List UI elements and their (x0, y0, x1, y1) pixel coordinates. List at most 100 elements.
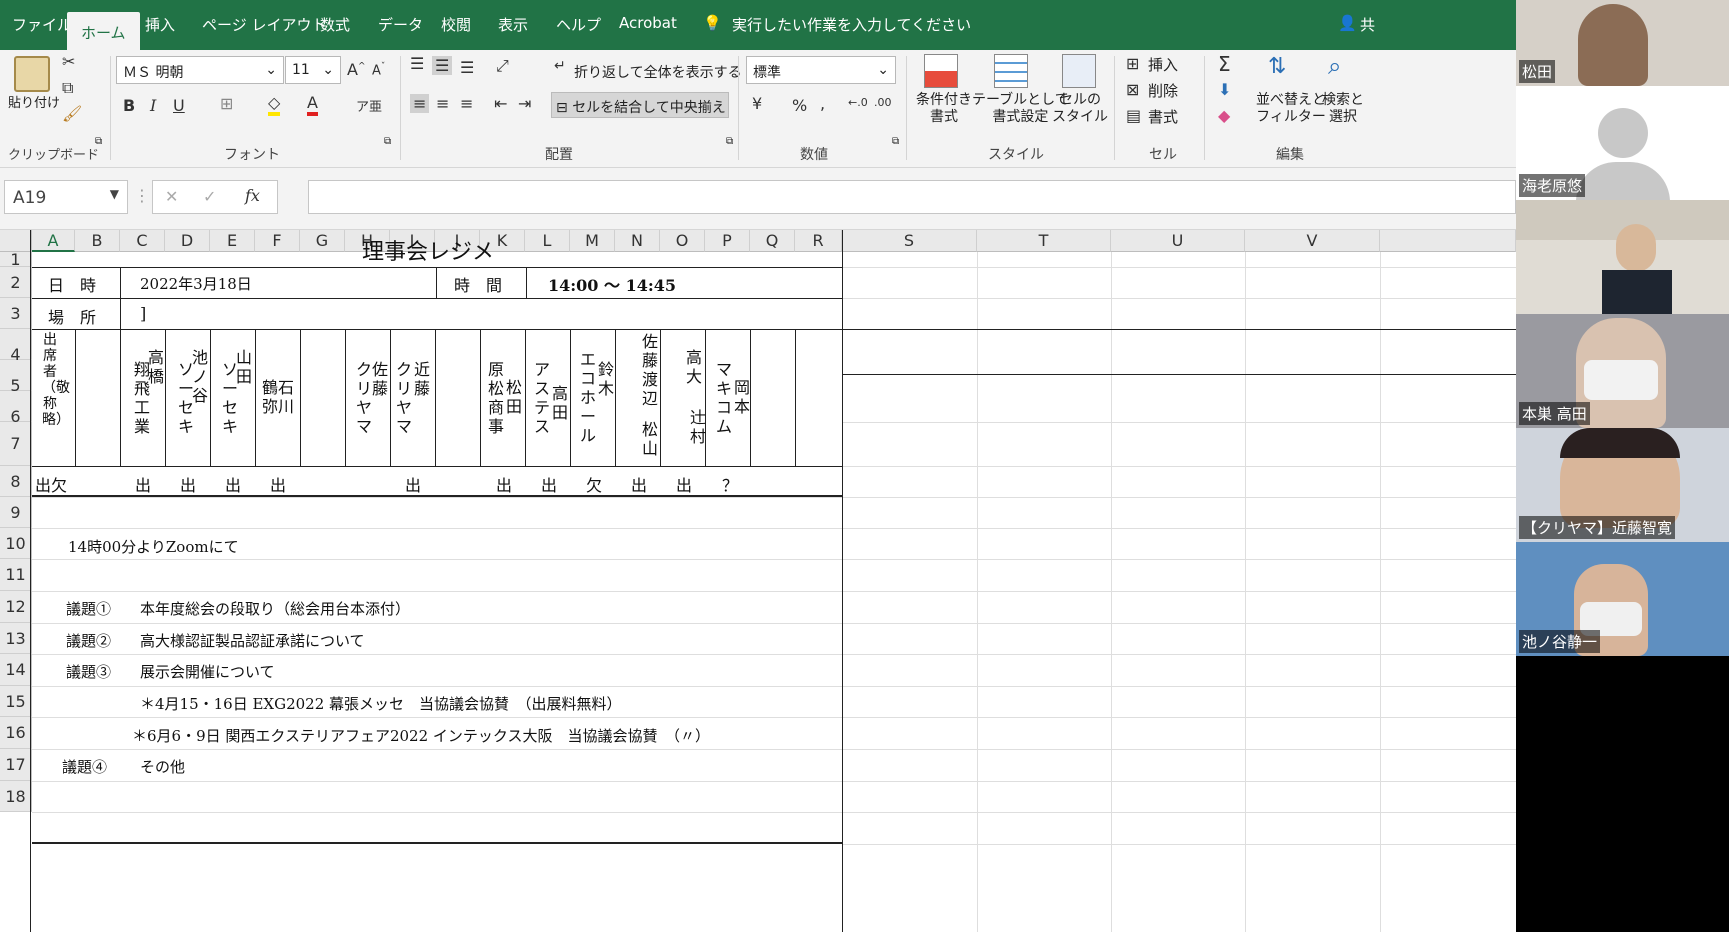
row-header[interactable]: 17 (0, 749, 32, 781)
tab-view[interactable]: 表示 (498, 14, 528, 35)
row-header[interactable]: 7 (0, 422, 32, 466)
currency-icon[interactable]: ¥ (752, 94, 762, 113)
align-center-icon[interactable]: ≡ (436, 94, 449, 113)
decrease-font-icon[interactable]: Aˇ (372, 62, 385, 78)
fill-color-icon[interactable]: ◇ (268, 94, 281, 116)
decrease-decimal-icon[interactable]: .00 (874, 96, 892, 109)
align-right-icon[interactable]: ≡ (460, 94, 473, 113)
video-tile[interactable]: 海老原悠 (1516, 86, 1729, 200)
autosum-icon[interactable]: Σ (1218, 52, 1231, 76)
tab-page-layout[interactable]: ページ レイアウト (202, 14, 326, 35)
video-tile[interactable] (1516, 200, 1729, 314)
enter-icon[interactable]: ✓ (203, 187, 216, 206)
video-tile[interactable]: 松田 (1516, 0, 1729, 86)
tab-formulas[interactable]: 数式 (320, 14, 350, 35)
tab-data[interactable]: データ (378, 14, 423, 35)
column-header[interactable]: T (977, 230, 1111, 252)
format-cells-button[interactable]: 書式 (1148, 106, 1178, 127)
column-header[interactable]: O (660, 230, 705, 252)
column-header[interactable]: E (210, 230, 255, 252)
align-middle-icon[interactable]: ☰ (432, 56, 453, 75)
conditional-format-button[interactable]: 条件付き 書式 (916, 92, 972, 126)
bold-icon[interactable]: B (123, 96, 135, 115)
phonetic-icon[interactable]: ア亜 (356, 96, 382, 115)
name-box[interactable]: A19 ▼ (4, 180, 128, 214)
row-header[interactable]: 16 (0, 717, 32, 749)
merge-center-button[interactable]: ⊟ セルを結合して中央揃え (551, 92, 729, 118)
font-color-icon[interactable]: A (307, 94, 318, 116)
increase-decimal-icon[interactable]: ←.0 (848, 96, 868, 109)
insert-cells-button[interactable]: 挿入 (1148, 54, 1178, 75)
format-painter-icon[interactable]: 🖌 (62, 104, 82, 123)
font-size-select[interactable]: 11 ⌄ (285, 56, 341, 84)
row-header[interactable]: 18 (0, 781, 32, 812)
number-format-select[interactable]: 標準 ⌄ (746, 56, 896, 84)
tab-home[interactable]: ホーム (67, 12, 140, 50)
tab-insert[interactable]: 挿入 (145, 14, 175, 35)
underline-icon[interactable]: U (173, 96, 185, 115)
row-header[interactable]: 15 (0, 686, 32, 717)
row-header[interactable]: 3 (0, 298, 32, 329)
find-select-button[interactable]: 検索と 選択 (1322, 92, 1364, 126)
number-launcher-icon[interactable]: ⧉ (892, 136, 899, 147)
row-header[interactable]: 9 (0, 497, 32, 528)
alignment-launcher-icon[interactable]: ⧉ (726, 136, 733, 147)
decrease-indent-icon[interactable]: ⇤ (494, 94, 507, 113)
column-header[interactable]: C (120, 230, 165, 252)
comma-icon[interactable]: , (820, 94, 825, 113)
column-header[interactable] (1380, 230, 1516, 252)
font-name-select[interactable]: ＭＳ 明朝 ⌄ (116, 56, 284, 84)
font-launcher-icon[interactable]: ⧉ (384, 136, 391, 147)
tab-file[interactable]: ファイル (12, 14, 72, 35)
row-header[interactable]: 10 (0, 528, 32, 559)
row-header[interactable]: 1 (0, 252, 32, 268)
column-header[interactable]: D (165, 230, 210, 252)
copy-icon[interactable]: ⧉ (62, 78, 73, 98)
borders-icon[interactable]: ⊞ (220, 94, 233, 113)
column-header[interactable]: S (842, 230, 977, 252)
cancel-icon[interactable]: ✕ (165, 187, 178, 206)
fill-icon[interactable]: ⬇ (1218, 80, 1231, 99)
row-header[interactable]: 4 (0, 329, 32, 364)
row-header[interactable]: 8 (0, 466, 32, 497)
column-header[interactable]: U (1111, 230, 1245, 252)
select-all-button[interactable] (0, 230, 32, 252)
video-tile[interactable]: 【クリヤマ】近藤智寛 (1516, 428, 1729, 542)
paste-button[interactable]: 貼り付け (8, 92, 60, 111)
formula-input[interactable] (308, 180, 1516, 214)
orientation-icon[interactable]: ⤢ (496, 56, 509, 76)
clear-icon[interactable]: ◆ (1218, 106, 1230, 125)
percent-icon[interactable]: % (792, 96, 807, 115)
row-header[interactable]: 11 (0, 559, 32, 591)
tab-review[interactable]: 校閲 (441, 14, 471, 35)
row-header[interactable]: 13 (0, 623, 32, 654)
tab-help[interactable]: ヘルプ (556, 14, 601, 35)
row-header[interactable]: 14 (0, 654, 32, 686)
column-header[interactable]: F (255, 230, 300, 252)
align-left-icon[interactable]: ≡ (410, 94, 430, 113)
increase-font-icon[interactable]: A^ (347, 60, 366, 79)
video-tile[interactable]: 本巣 高田 (1516, 314, 1729, 428)
tell-me-box[interactable]: 実行したい作業を入力してください (732, 14, 971, 35)
column-header[interactable]: Q (750, 230, 795, 252)
share-button[interactable]: 共 (1360, 14, 1375, 35)
wrap-text-button[interactable]: 折り返して全体を表示する (574, 62, 742, 82)
sort-filter-button[interactable]: 並べ替えと フィルター (1256, 92, 1326, 126)
tab-acrobat[interactable]: Acrobat (619, 14, 677, 32)
row-header[interactable]: 12 (0, 591, 32, 623)
column-header[interactable]: N (615, 230, 660, 252)
delete-cells-button[interactable]: 削除 (1148, 80, 1178, 101)
row-header[interactable]: 2 (0, 267, 32, 298)
column-header[interactable]: B (75, 230, 120, 252)
column-header[interactable]: M (570, 230, 615, 252)
italic-icon[interactable]: I (150, 96, 156, 115)
column-header[interactable]: L (525, 230, 570, 252)
align-bottom-icon[interactable]: ☰ (460, 58, 474, 77)
cut-icon[interactable]: ✂ (62, 52, 75, 71)
video-tile[interactable]: 池ノ谷静一 (1516, 542, 1729, 656)
column-header[interactable]: R (795, 230, 842, 252)
increase-indent-icon[interactable]: ⇥ (518, 94, 531, 113)
cell-styles-button[interactable]: セルの スタイル (1052, 92, 1108, 126)
column-header[interactable]: V (1245, 230, 1380, 252)
clipboard-launcher-icon[interactable]: ⧉ (95, 136, 102, 147)
